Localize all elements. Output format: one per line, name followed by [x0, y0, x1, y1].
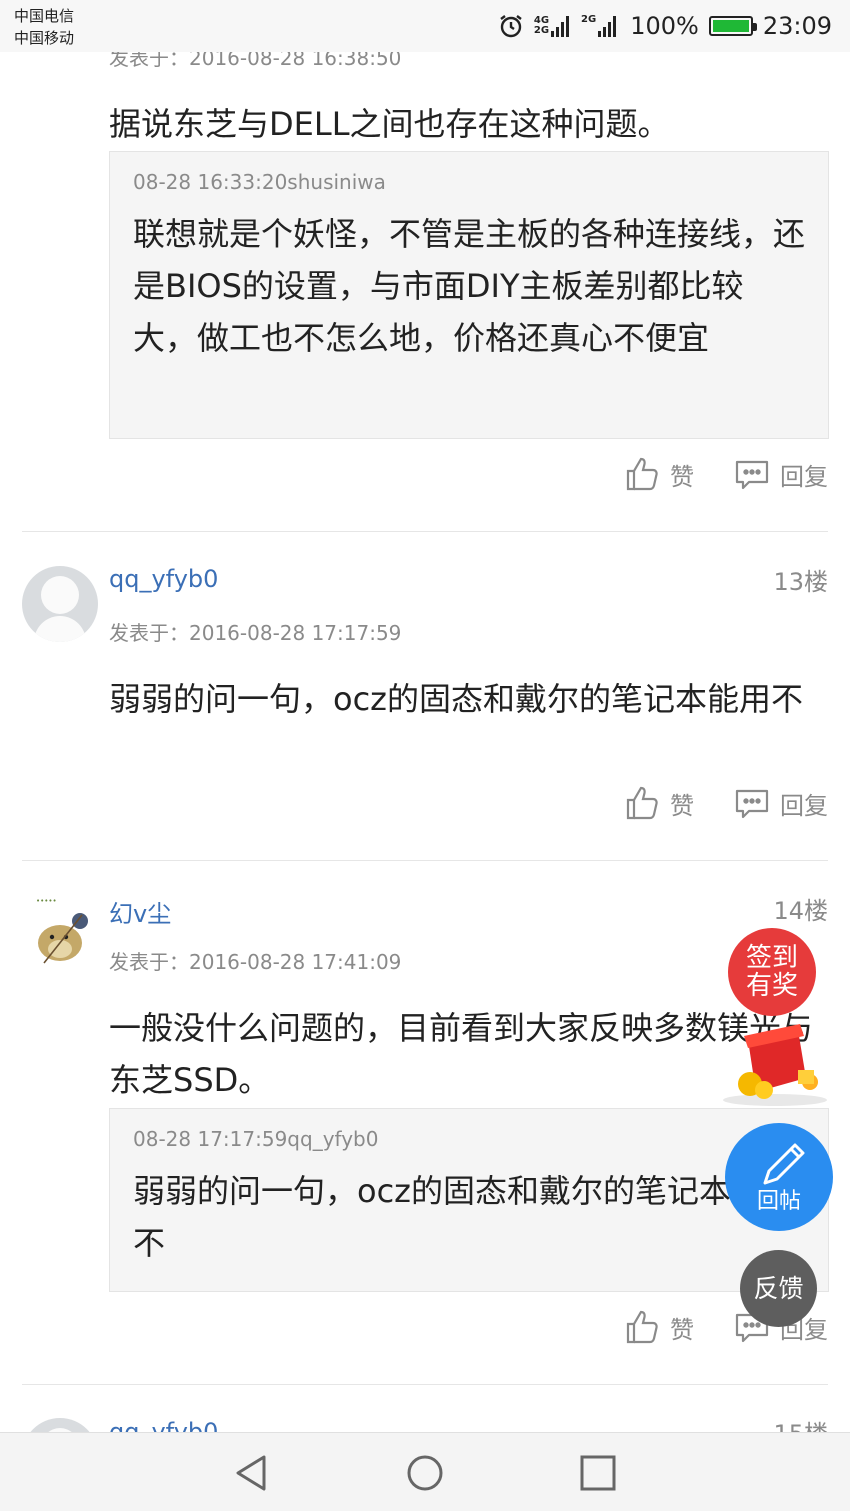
- svg-text:•••••: •••••: [36, 897, 57, 905]
- floor-number: 14楼: [773, 897, 828, 925]
- quote-text: 弱弱的问一句，ocz的固态和戴尔的笔记本能用不: [133, 1172, 795, 1262]
- post-divider: [22, 1384, 828, 1385]
- avatar[interactable]: [22, 566, 98, 642]
- post-text: 弱弱的问一句，ocz的固态和戴尔的笔记本能用不: [109, 680, 803, 718]
- sign-label-1: 签到: [745, 943, 798, 973]
- comment-icon: [735, 789, 769, 819]
- sign-label-2: 有奖: [745, 971, 798, 1001]
- signal-icon-1: 4G 2G: [534, 15, 571, 37]
- username[interactable]: 幻v尘: [109, 894, 171, 929]
- thumbs-up-icon: [626, 1310, 658, 1344]
- home-icon[interactable]: [403, 1451, 447, 1495]
- reply-post-button[interactable]: 回帖: [725, 1123, 833, 1231]
- like-button[interactable]: 赞: [624, 1309, 694, 1345]
- like-label: 赞: [670, 1315, 694, 1344]
- reply-label: 回复: [780, 462, 828, 491]
- floor-number: 15楼: [773, 1414, 828, 1432]
- like-label: 赞: [670, 462, 694, 491]
- status-icons: 4G 2G 2G 100% 23:09: [498, 10, 832, 42]
- floor-number: 13楼: [773, 568, 828, 596]
- battery-icon: [708, 16, 757, 36]
- reply-button[interactable]: 回复: [734, 456, 828, 492]
- username[interactable]: qq_yfyb0: [109, 1418, 218, 1432]
- thread-content: 发表于：2016-08-28 16:38:50 据说东芝与DELL之间也存在这种…: [0, 0, 850, 1432]
- post-divider: [22, 531, 828, 532]
- post-meta: 发表于：2016-08-28 17:41:09: [109, 950, 402, 974]
- carrier-labels: 中国电信 中国移动: [14, 5, 74, 49]
- signal-icon-2: 2G: [581, 15, 620, 37]
- post-actions: 赞 回复: [624, 456, 828, 492]
- gift-box-icon[interactable]: [720, 1018, 830, 1108]
- thumbs-up-icon: [626, 457, 658, 491]
- post-divider: [22, 860, 828, 861]
- like-button[interactable]: 赞: [624, 785, 694, 821]
- sign-in-reward-button[interactable]: 签到 有奖: [728, 928, 816, 1016]
- comment-icon: [735, 460, 769, 490]
- like-button[interactable]: 赞: [624, 456, 694, 492]
- feedback-button[interactable]: 反馈: [740, 1250, 817, 1327]
- quote-text: 联想就是个妖怪，不管是主板的各种连接线，还是BIOS的设置，与市面DIY主板差别…: [133, 215, 806, 357]
- battery-percent: 100%: [630, 12, 699, 40]
- quoted-post[interactable]: 08-28 16:33:20shusiniwa 联想就是个妖怪，不管是主板的各种…: [109, 151, 829, 439]
- carrier-2: 中国移动: [14, 29, 75, 47]
- carrier-1: 中国电信: [14, 7, 75, 25]
- post-actions: 赞 回复: [624, 785, 828, 821]
- quote-meta: 08-28 17:17:59qq_yfyb0: [133, 1127, 379, 1151]
- like-label: 赞: [670, 791, 694, 820]
- username[interactable]: qq_yfyb0: [109, 565, 218, 593]
- reply-post-label: 回帖: [756, 1189, 801, 1214]
- back-icon[interactable]: [230, 1451, 274, 1495]
- reply-label: 回复: [780, 791, 828, 820]
- system-nav-bar: [0, 1432, 850, 1511]
- status-bar: 中国电信 中国移动 4G 2G 2G 100% 23:09: [0, 0, 850, 52]
- post-meta: 发表于：2016-08-28 17:17:59: [109, 621, 402, 645]
- avatar[interactable]: •••••: [22, 893, 98, 969]
- avatar[interactable]: [22, 1418, 98, 1432]
- thumbs-up-icon: [626, 786, 658, 820]
- clock: 23:09: [762, 12, 832, 40]
- quoted-post[interactable]: 08-28 17:17:59qq_yfyb0 弱弱的问一句，ocz的固态和戴尔的…: [109, 1108, 829, 1292]
- quote-meta: 08-28 16:33:20shusiniwa: [133, 170, 386, 194]
- alarm-icon: [500, 15, 522, 38]
- reply-button[interactable]: 回复: [734, 785, 828, 821]
- post-text: 据说东芝与DELL之间也存在这种问题。: [109, 105, 670, 143]
- recents-icon[interactable]: [576, 1451, 620, 1495]
